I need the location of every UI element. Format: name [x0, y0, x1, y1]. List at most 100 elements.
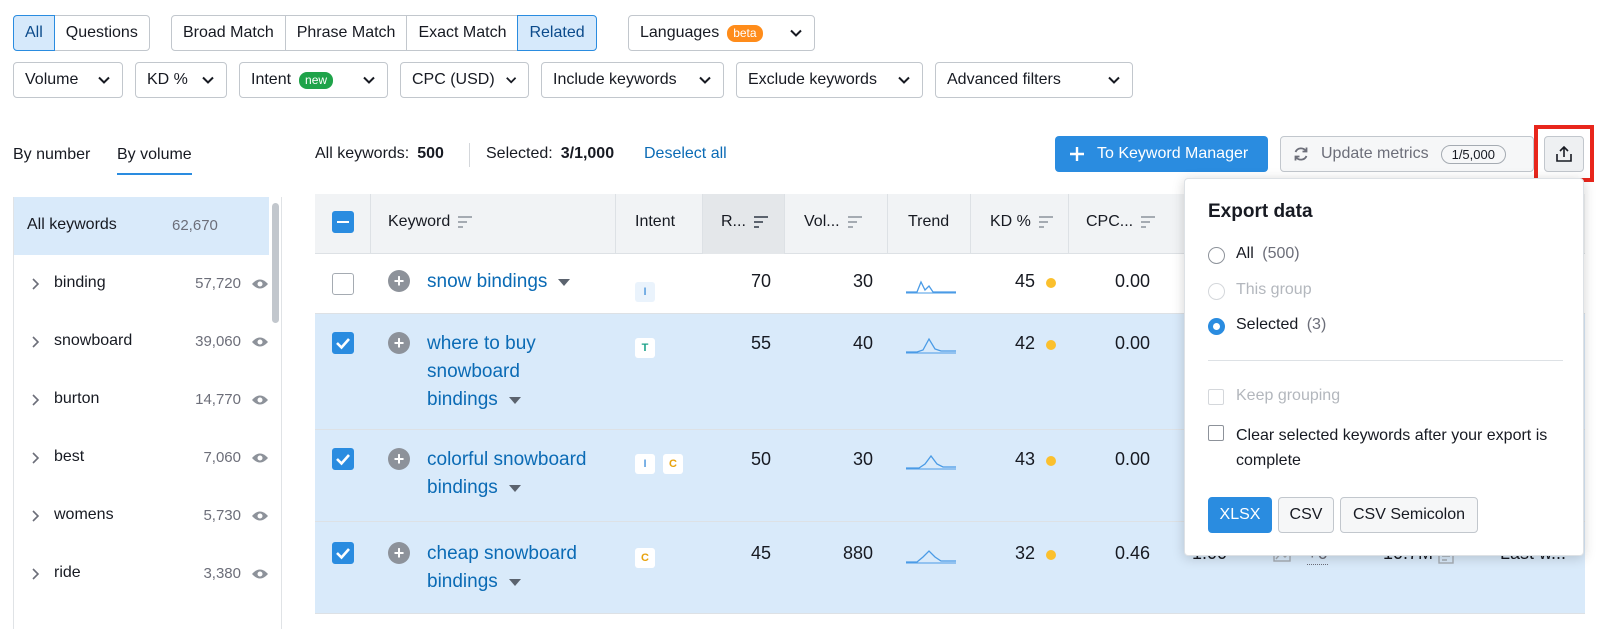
col-rank[interactable]: R... — [721, 213, 768, 231]
eye-icon[interactable] — [251, 567, 269, 581]
export-option-selected[interactable]: Selected (3) — [1236, 316, 1326, 334]
keyword-link[interactable]: where to buy snowboard bindings — [427, 330, 536, 414]
checkmark-icon — [336, 454, 350, 466]
sidebar-item-burton[interactable]: burton 14,770 — [14, 371, 269, 429]
add-keyword-icon[interactable]: + — [388, 542, 410, 564]
export-xlsx-button[interactable]: XLSX — [1208, 497, 1272, 533]
volume-value: 40 — [852, 333, 873, 353]
intent-filter[interactable]: Intent new — [239, 62, 388, 98]
sidebar-item-snowboard[interactable]: snowboard 39,060 — [14, 313, 269, 371]
caret-down-icon[interactable] — [508, 395, 522, 405]
keyword-link[interactable]: cheap snowboard bindings — [427, 540, 577, 596]
eye-icon[interactable] — [251, 277, 269, 291]
update-metrics-button[interactable]: Update metrics 1/5,000 — [1280, 136, 1534, 172]
row-checkbox[interactable] — [332, 273, 354, 295]
col-volume[interactable]: Vol... — [804, 213, 862, 231]
chevron-right-icon — [32, 278, 40, 290]
export-option-this-group[interactable]: This group — [1236, 281, 1312, 299]
col-cpc[interactable]: CPC... — [1086, 213, 1156, 231]
keyword-link[interactable]: snow bindings — [427, 268, 571, 296]
row-checkbox[interactable] — [332, 332, 354, 354]
add-keyword-icon[interactable]: + — [388, 270, 410, 292]
tab-questions[interactable]: Questions — [53, 15, 150, 51]
add-keyword-icon[interactable]: + — [388, 332, 410, 354]
kd-filter[interactable]: KD % — [135, 62, 227, 98]
sidebar-scrollbar[interactable] — [272, 203, 279, 323]
sidebar-item-womens[interactable]: womens 5,730 — [14, 487, 269, 545]
sidebar-item-count: 7,060 — [203, 449, 241, 466]
tab-phrase-match[interactable]: Phrase Match — [284, 15, 408, 51]
rank-value: 55 — [750, 333, 771, 353]
export-csv-semicolon-button[interactable]: CSV Semicolon — [1340, 497, 1478, 533]
trend-sparkline — [906, 337, 956, 354]
all-keywords-summary: All keywords: 500 — [315, 145, 444, 163]
export-title: Export data — [1208, 201, 1313, 222]
tab-broad-match[interactable]: Broad Match — [171, 15, 286, 51]
caret-down-icon[interactable] — [508, 577, 522, 587]
intent-filter-label: Intent — [251, 71, 292, 88]
keyword-link[interactable]: colorful snowboard bindings — [427, 446, 586, 502]
cpc-value: 0.00 — [1114, 449, 1150, 469]
eye-icon[interactable] — [251, 451, 269, 465]
cpc-filter[interactable]: CPC (USD) — [400, 62, 529, 98]
col-trend[interactable]: Trend — [908, 213, 949, 231]
sidebar-item-label: burton — [54, 390, 100, 407]
caret-down-icon[interactable] — [508, 483, 522, 493]
volume-filter[interactable]: Volume — [13, 62, 123, 98]
update-metrics-count: 1/5,000 — [1440, 144, 1506, 164]
to-keyword-manager-button[interactable]: To Keyword Manager — [1055, 136, 1268, 172]
refresh-icon — [1294, 147, 1308, 161]
exclude-keywords-filter[interactable]: Exclude keywords — [736, 62, 923, 98]
kd-difficulty-dot — [1046, 340, 1056, 350]
row-checkbox[interactable] — [332, 448, 354, 470]
export-button[interactable] — [1544, 136, 1584, 172]
sidebar-item-count: 39,060 — [195, 333, 241, 350]
export-option-all[interactable]: All (500) — [1236, 245, 1300, 263]
export-option-count: (3) — [1306, 316, 1327, 333]
export-csv-button[interactable]: CSV — [1278, 497, 1334, 533]
keyword-text-line: bindings — [427, 389, 498, 410]
add-keyword-icon[interactable]: + — [388, 448, 410, 470]
export-option-label: All — [1236, 245, 1254, 262]
col-intent[interactable]: Intent — [635, 213, 675, 231]
sidebar-item-count: 3,380 — [203, 565, 241, 582]
caret-down-icon[interactable] — [557, 277, 571, 287]
sidebar-item-ride[interactable]: ride 3,380 — [14, 545, 269, 603]
eye-icon[interactable] — [251, 335, 269, 349]
tab-all[interactable]: All — [13, 15, 55, 51]
export-option-label: Selected — [1236, 316, 1299, 333]
export-option-selected-radio[interactable] — [1208, 318, 1225, 335]
trend-sparkline — [906, 550, 956, 564]
keyword-text: snow bindings — [427, 271, 548, 292]
select-all-checkbox[interactable] — [332, 211, 354, 233]
export-icon — [1556, 145, 1572, 162]
keyword-text-line: snowboard — [427, 361, 520, 382]
languages-dropdown[interactable]: Languages beta — [628, 15, 815, 51]
tab-by-volume[interactable]: By volume — [117, 146, 192, 175]
eye-icon[interactable] — [251, 393, 269, 407]
tab-by-number[interactable]: By number — [13, 146, 90, 164]
sidebar-item-all-keywords[interactable]: All keywords 62,670 — [14, 197, 269, 255]
col-keyword[interactable]: Keyword — [388, 213, 473, 231]
deselect-all-link[interactable]: Deselect all — [644, 145, 727, 163]
clear-selected-checkbox[interactable] — [1208, 425, 1224, 441]
tab-exact-match[interactable]: Exact Match — [406, 15, 519, 51]
include-keywords-filter[interactable]: Include keywords — [541, 62, 724, 98]
beta-badge: beta — [727, 24, 763, 42]
tab-related[interactable]: Related — [517, 15, 597, 51]
kd-filter-label: KD % — [147, 71, 188, 88]
col-kd-label: KD % — [990, 213, 1031, 230]
export-option-group-radio[interactable] — [1208, 283, 1225, 300]
keep-grouping-checkbox[interactable] — [1208, 389, 1224, 405]
col-kd[interactable]: KD % — [990, 213, 1053, 231]
sidebar-item-best[interactable]: best 7,060 — [14, 429, 269, 487]
sidebar-item-binding[interactable]: binding 57,720 — [14, 255, 269, 313]
chevron-right-icon — [32, 336, 40, 348]
rank-value: 70 — [750, 271, 771, 291]
row-checkbox[interactable] — [332, 542, 354, 564]
eye-icon[interactable] — [251, 509, 269, 523]
sidebar-item-count: 57,720 — [195, 275, 241, 292]
advanced-filters[interactable]: Advanced filters — [935, 62, 1133, 98]
sort-icon — [1038, 216, 1053, 228]
export-option-all-radio[interactable] — [1208, 247, 1225, 264]
